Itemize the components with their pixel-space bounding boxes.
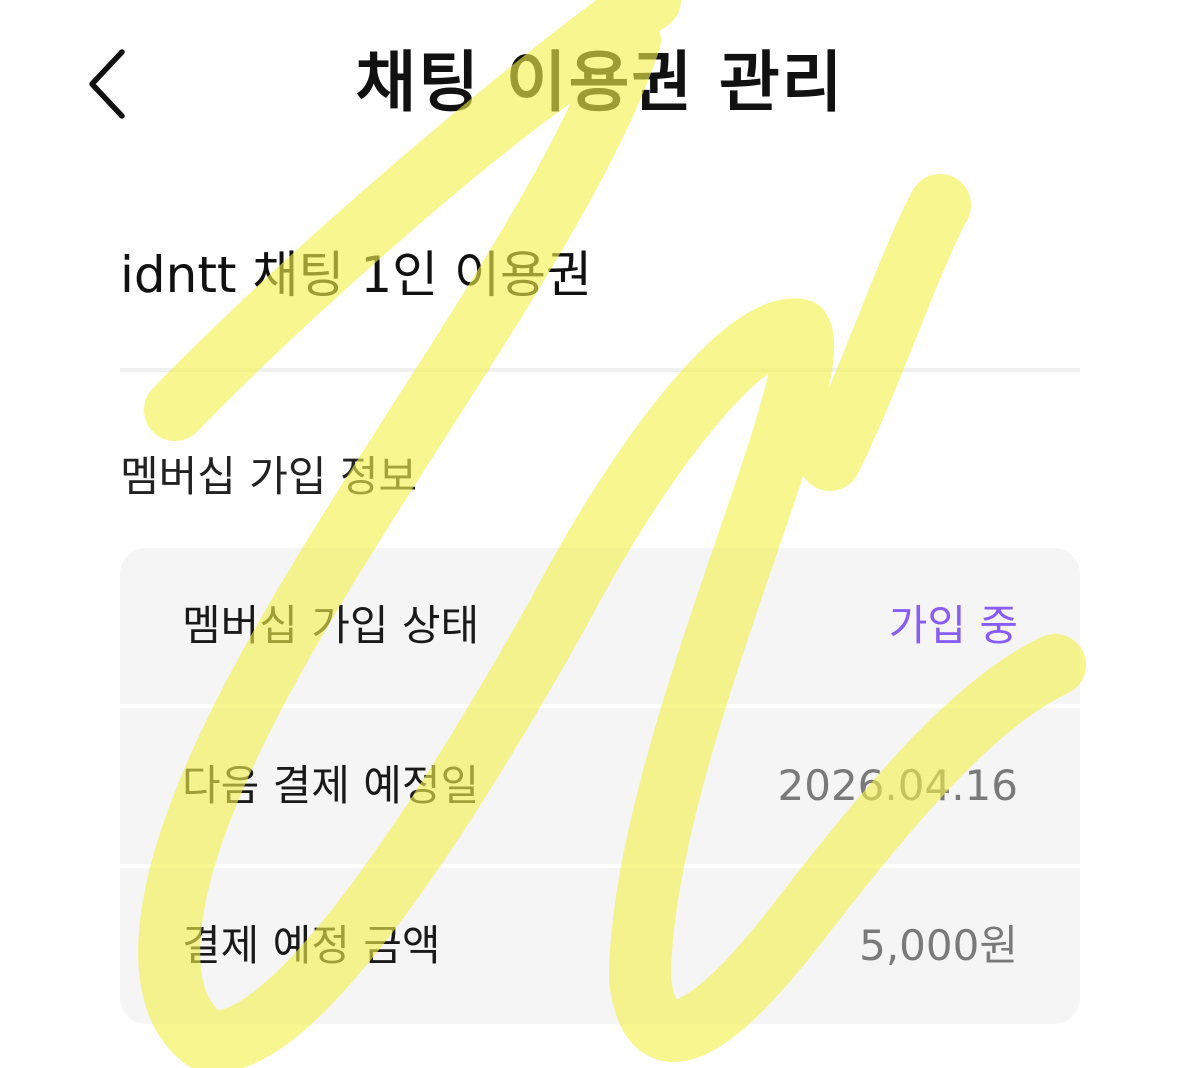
payment-amount-value: 5,000원 [859, 921, 1018, 970]
page-title: 채팅 이용권 관리 [355, 44, 845, 121]
payment-amount-row: 결제 예정 금액 5,000원 [120, 868, 1080, 1024]
product-name: idntt 채팅 1인 이용권 [120, 246, 593, 304]
next-payment-date-label: 다음 결제 예정일 [182, 761, 480, 810]
membership-status-value: 가입 중 [888, 601, 1018, 650]
divider [120, 368, 1080, 372]
membership-status-label: 멤버십 가입 상태 [182, 601, 480, 650]
payment-amount-label: 결제 예정 금액 [182, 921, 441, 970]
next-payment-date-value: 2026.04.16 [777, 761, 1018, 810]
section-title: 멤버십 가입 정보 [120, 452, 418, 501]
next-payment-date-row: 다음 결제 예정일 2026.04.16 [120, 708, 1080, 864]
header-bar: 채팅 이용권 관리 [0, 0, 1200, 170]
membership-status-row: 멤버십 가입 상태 가입 중 [120, 548, 1080, 704]
membership-info-card: 멤버십 가입 상태 가입 중 다음 결제 예정일 2026.04.16 결제 예… [120, 548, 1080, 1024]
